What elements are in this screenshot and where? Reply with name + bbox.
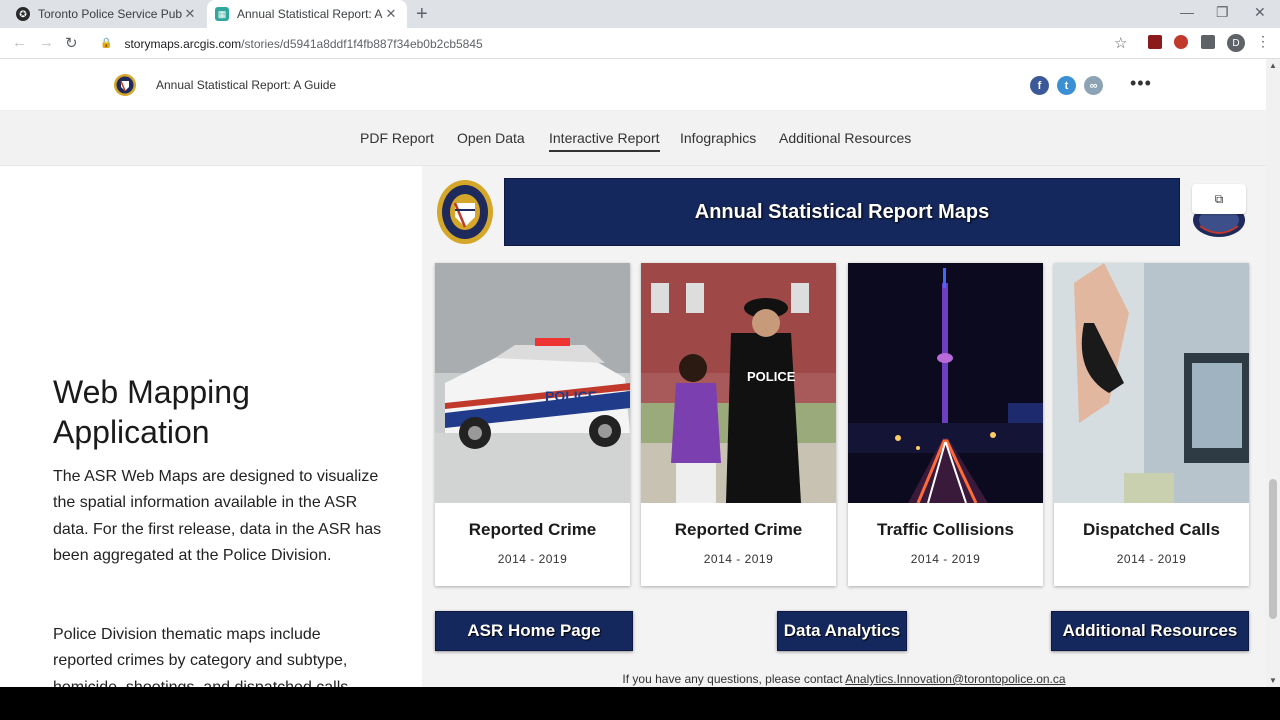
address-bar[interactable]: 🔒 storymaps.arcgis.com/stories/d5941a8dd… bbox=[90, 31, 1140, 56]
embedded-app-panel: Annual Statistical Report Maps ⧉ POLICE … bbox=[422, 166, 1266, 687]
map-card-reported-crime[interactable]: POLICE Reported Crime 2014 - 2019 bbox=[435, 263, 630, 586]
close-tab-icon[interactable]: ✕ bbox=[182, 6, 198, 22]
nav-pdf-report[interactable]: PDF Report bbox=[360, 130, 434, 146]
tab-toronto-police[interactable]: ✪ Toronto Police Service Public Safe ✕ bbox=[8, 0, 206, 28]
taskbar-area bbox=[0, 687, 1280, 720]
lock-icon: 🔒 bbox=[100, 38, 113, 49]
paragraph: The ASR Web Maps are designed to visuali… bbox=[53, 468, 382, 564]
svg-text:POLICE: POLICE bbox=[545, 388, 597, 404]
card-years: 2014 - 2019 bbox=[1116, 552, 1187, 566]
police-car-image: POLICE bbox=[435, 263, 630, 503]
map-card-reported-crime-2[interactable]: POLICE Reported Crime 2014 - 2019 bbox=[641, 263, 836, 586]
tab-strip: ✪ Toronto Police Service Public Safe ✕ ▦… bbox=[0, 0, 1280, 28]
back-icon[interactable]: ← bbox=[12, 34, 27, 51]
nav-infographics[interactable]: Infographics bbox=[680, 130, 756, 146]
card-title: Dispatched Calls bbox=[1083, 520, 1220, 539]
card-years: 2014 - 2019 bbox=[910, 552, 981, 566]
story-title: Annual Statistical Report: A Guide bbox=[156, 78, 337, 92]
megaphone-extension-icon[interactable] bbox=[1174, 35, 1188, 49]
twitter-icon[interactable]: t bbox=[1057, 76, 1076, 95]
contact-line: If you have any questions, please contac… bbox=[422, 672, 1266, 686]
narrative-panel: Web Mapping Application The ASR Web Maps… bbox=[0, 166, 422, 687]
bookmark-star-icon[interactable]: ☆ bbox=[1114, 34, 1127, 52]
link-icon[interactable]: ∞ bbox=[1084, 76, 1103, 95]
card-title: Reported Crime bbox=[468, 520, 597, 539]
section-title: Web Mapping Application bbox=[53, 374, 250, 450]
data-analytics-button[interactable]: Data Analytics bbox=[777, 611, 907, 651]
nav-open-data[interactable]: Open Data bbox=[457, 130, 525, 146]
tab-annual-report[interactable]: ▦ Annual Statistical Report: A Guide ✕ bbox=[207, 0, 407, 28]
banner-title: Annual Statistical Report Maps bbox=[504, 178, 1180, 246]
page-scrollbar[interactable]: ▲ ▼ bbox=[1266, 59, 1280, 687]
browser-chrome: ✪ Toronto Police Service Public Safe ✕ ▦… bbox=[0, 0, 1280, 59]
open-new-window-icon[interactable]: ⧉ bbox=[1192, 184, 1246, 214]
storymap-icon: ▦ bbox=[215, 7, 229, 21]
toronto-police-logo-icon[interactable] bbox=[113, 72, 137, 98]
browser-menu-icon[interactable]: ⋮ bbox=[1256, 33, 1270, 50]
contact-text: If you have any questions, please contac… bbox=[622, 672, 846, 686]
scroll-down-icon[interactable]: ▼ bbox=[1269, 676, 1277, 685]
map-card-dispatched-calls[interactable]: Dispatched Calls 2014 - 2019 bbox=[1054, 263, 1249, 586]
dispatcher-phone-image bbox=[1054, 263, 1249, 503]
maximize-icon[interactable]: ❐ bbox=[1216, 4, 1229, 21]
story-nav: PDF Report Open Data Interactive Report … bbox=[0, 111, 1266, 166]
contact-email-link[interactable]: Analytics.Innovation@torontopolice.on.ca bbox=[845, 672, 1065, 686]
reload-icon[interactable]: ↻ bbox=[65, 34, 78, 52]
police-badge-icon: ✪ bbox=[16, 7, 30, 21]
paragraph: Police Division thematic maps include re… bbox=[53, 626, 348, 687]
police-officer-image: POLICE bbox=[641, 263, 836, 503]
facebook-icon[interactable]: f bbox=[1030, 76, 1049, 95]
card-title: Reported Crime bbox=[674, 520, 803, 539]
acrobat-extension-icon[interactable] bbox=[1148, 35, 1162, 49]
extensions-puzzle-icon[interactable] bbox=[1201, 35, 1215, 49]
card-years: 2014 - 2019 bbox=[497, 552, 568, 566]
svg-text:POLICE: POLICE bbox=[747, 369, 796, 384]
card-years: 2014 - 2019 bbox=[703, 552, 774, 566]
nav-additional-resources[interactable]: Additional Resources bbox=[779, 130, 911, 146]
minimize-icon[interactable]: — bbox=[1180, 4, 1194, 20]
additional-resources-button[interactable]: Additional Resources bbox=[1051, 611, 1249, 651]
browser-toolbar: ← → ↻ 🔒 storymaps.arcgis.com/stories/d59… bbox=[0, 28, 1280, 59]
close-window-icon[interactable]: ✕ bbox=[1254, 4, 1266, 21]
card-title: Traffic Collisions bbox=[877, 520, 1014, 539]
profile-avatar[interactable]: D bbox=[1227, 34, 1245, 52]
map-card-traffic-collisions[interactable]: Traffic Collisions 2014 - 2019 bbox=[848, 263, 1043, 586]
police-badge-icon bbox=[437, 180, 493, 244]
nav-interactive-report[interactable]: Interactive Report bbox=[549, 130, 660, 152]
scroll-up-icon[interactable]: ▲ bbox=[1269, 61, 1277, 70]
close-tab-icon[interactable]: ✕ bbox=[383, 6, 399, 22]
page: Annual Statistical Report: A Guide f t ∞… bbox=[0, 59, 1266, 687]
new-tab-button[interactable]: + bbox=[416, 3, 428, 26]
asr-home-page-button[interactable]: ASR Home Page bbox=[435, 611, 633, 651]
more-options-icon[interactable]: ••• bbox=[1130, 73, 1152, 94]
story-header: Annual Statistical Report: A Guide f t ∞… bbox=[0, 59, 1266, 111]
cn-tower-night-image bbox=[848, 263, 1043, 503]
forward-icon[interactable]: → bbox=[39, 34, 54, 51]
scrollbar-thumb[interactable] bbox=[1269, 479, 1277, 619]
